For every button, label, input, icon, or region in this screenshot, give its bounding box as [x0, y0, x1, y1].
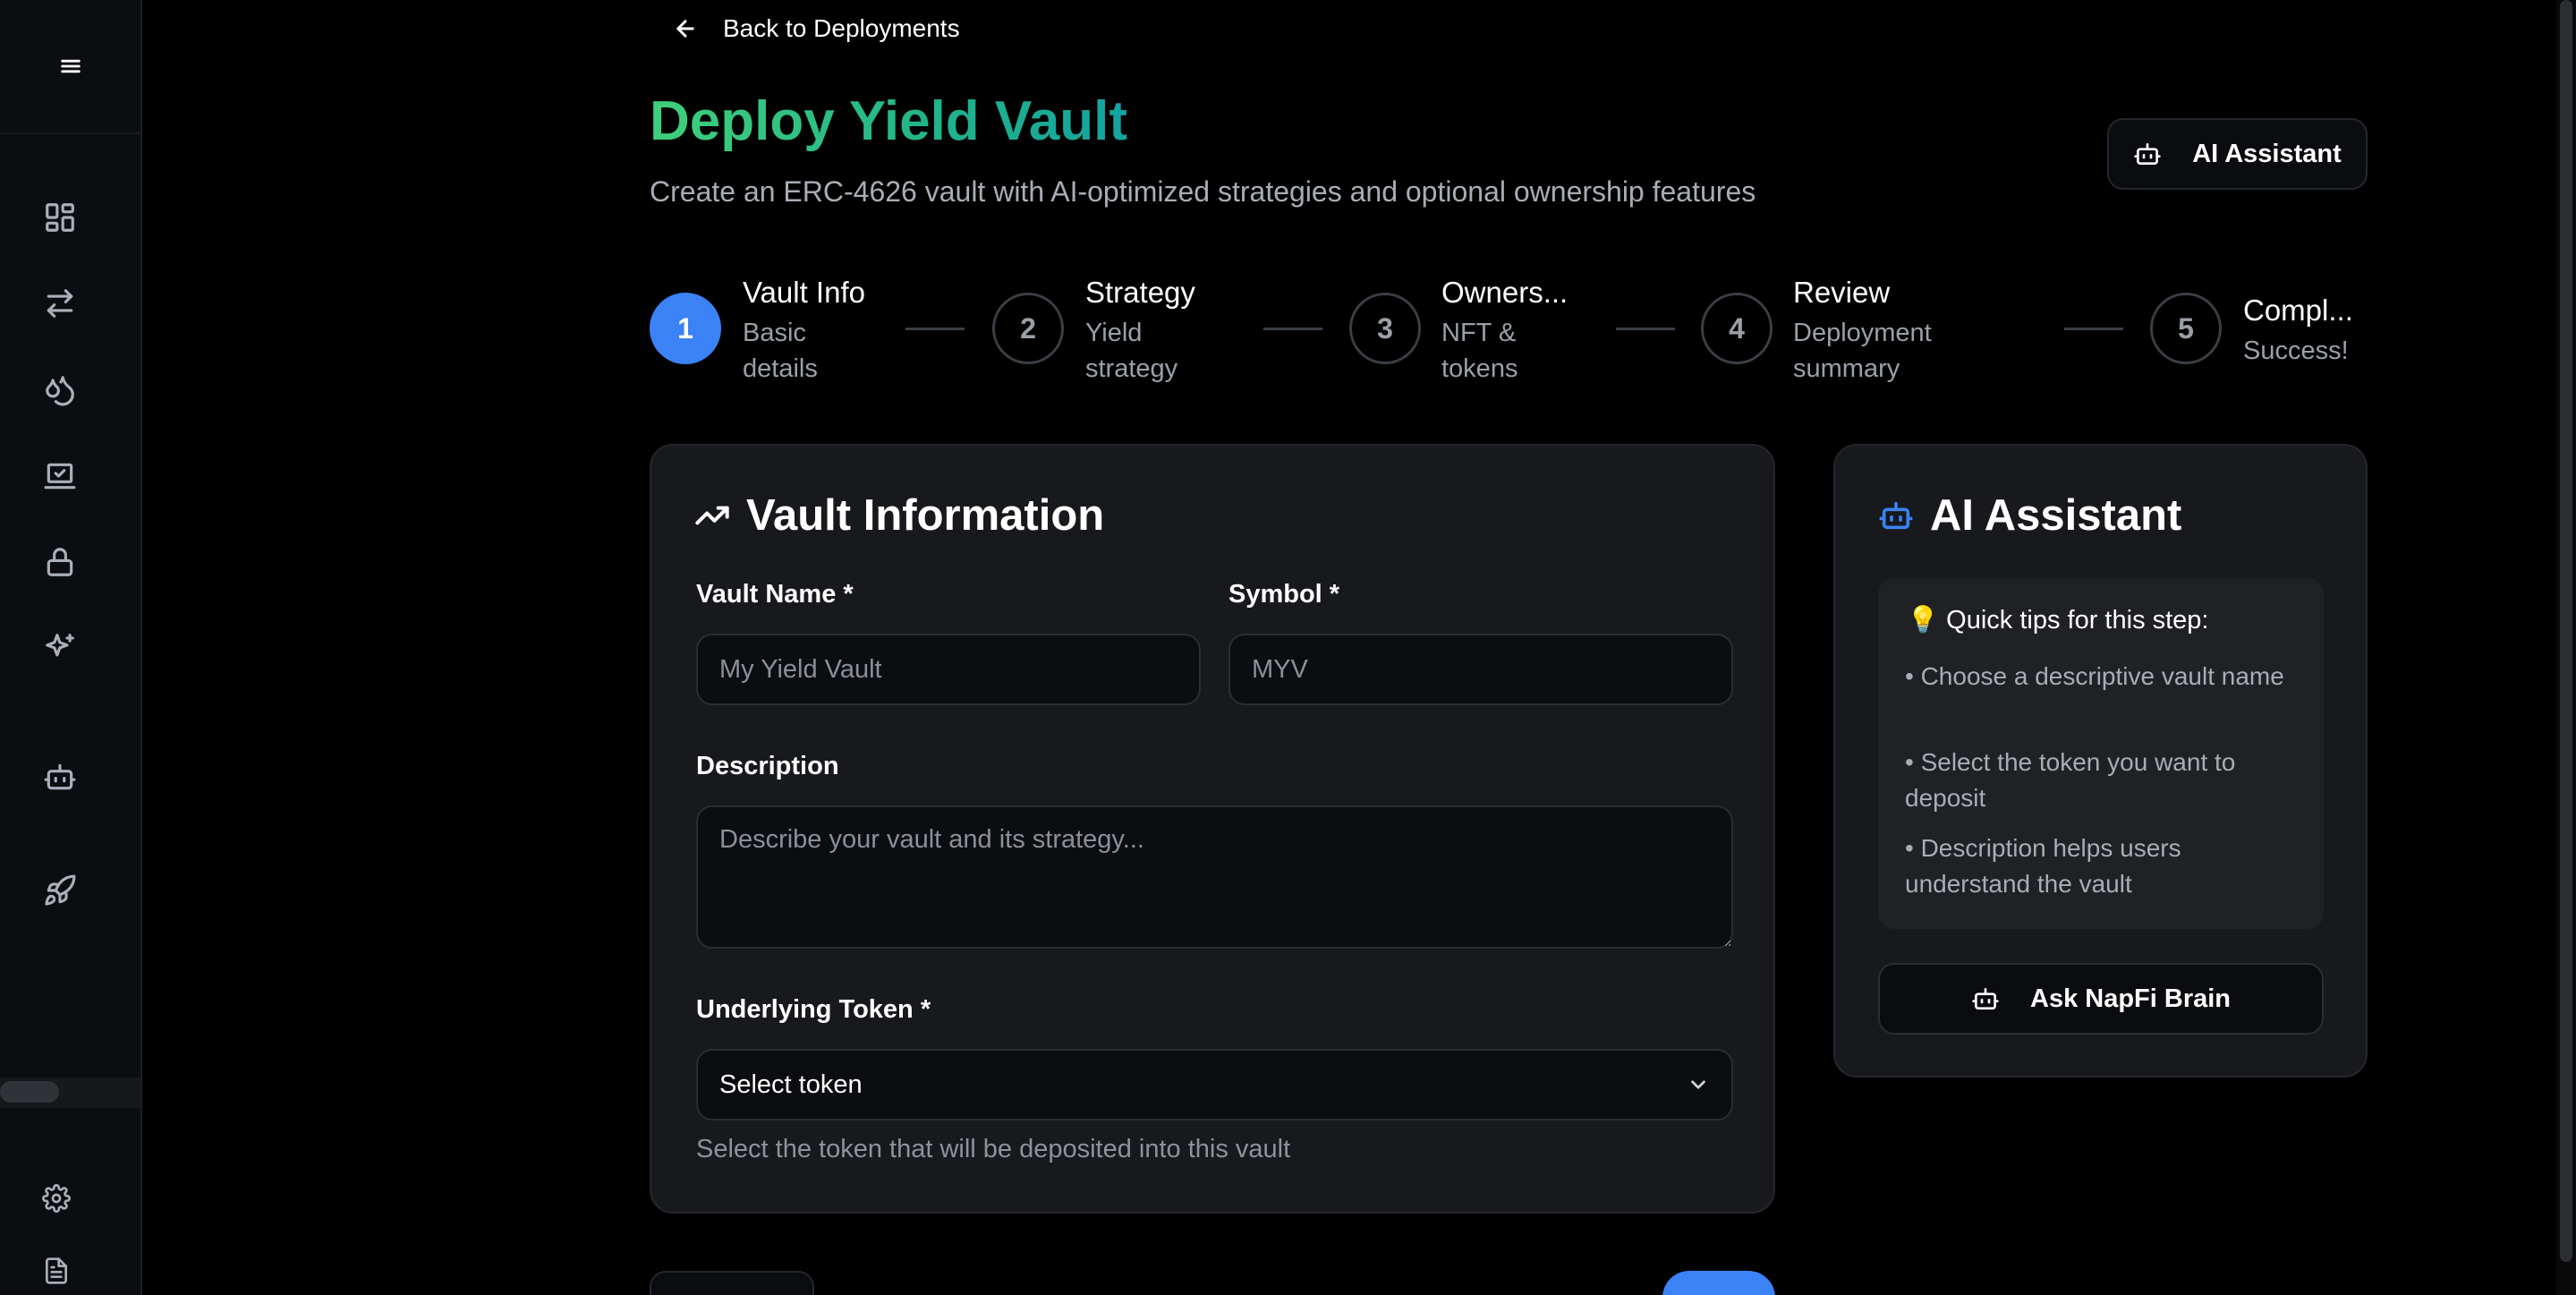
step-1-circle[interactable]: 1: [650, 293, 721, 364]
tip-item: • Description helps users understand the…: [1905, 834, 2181, 898]
sparkles-icon: [46, 634, 74, 657]
underlying-token-select[interactable]: Select token: [696, 1049, 1733, 1120]
gear-icon: [42, 1184, 71, 1213]
vault-name-label: Vault Name *: [696, 580, 854, 609]
step-3-subtitle-line1: NFT &: [1441, 319, 1517, 347]
step-4-title: Review: [1793, 276, 1891, 309]
assistant-card-header: AI Assistant: [1878, 490, 2181, 541]
step-1-subtitle-line1: Basic: [743, 319, 806, 347]
step-connector: [1263, 328, 1322, 330]
sidebar-item-tasks[interactable]: [30, 447, 89, 506]
ai-assistant-button-label: AI Assistant: [2192, 139, 2342, 168]
sidebar-item-security[interactable]: [30, 532, 89, 592]
sidebar-item-dashboard[interactable]: [30, 188, 89, 247]
sidebar-header: [0, 0, 140, 134]
description-label: Description: [696, 752, 839, 780]
page-scrollbar-thumb[interactable]: [2560, 0, 2572, 1262]
step-3-circle[interactable]: 3: [1349, 293, 1421, 364]
card-title: Vault Information: [746, 491, 1105, 540]
sidebar-scrollbar-thumb[interactable]: [0, 1081, 59, 1103]
document-icon: [46, 1257, 67, 1284]
step-2-subtitle-line2: strategy: [1085, 354, 1178, 383]
step-2-subtitle-line1: Yield: [1085, 319, 1143, 347]
underlying-token-selected-value: Select token: [719, 1069, 863, 1099]
quick-tips-box: 💡 Quick tips for this step: • Choose a d…: [1878, 578, 2324, 929]
trending-up-icon: [695, 506, 729, 525]
dashboard-icon: [46, 203, 74, 232]
step-2-circle[interactable]: 2: [992, 293, 1064, 364]
step-3-title: Owners...: [1441, 276, 1569, 309]
menu-toggle-button[interactable]: [44, 39, 98, 93]
bot-icon: [2134, 143, 2161, 165]
ai-assistant-card: AI Assistant 💡 Quick tips for this step:…: [1833, 444, 2368, 1078]
step-4-subtitle-line2: summary: [1793, 354, 1900, 383]
sidebar-item-liquidity[interactable]: [30, 361, 89, 420]
card-header: Vault Information: [694, 490, 1104, 541]
step-1-subtitle-line2: details: [743, 354, 818, 383]
previous-button[interactable]: [650, 1271, 814, 1295]
step-3-subtitle-line2: tokens: [1441, 354, 1518, 383]
bot-icon: [1972, 988, 1999, 1010]
sidebar: [0, 0, 142, 1295]
underlying-token-label: Underlying Token *: [696, 995, 931, 1024]
symbol-input[interactable]: [1228, 634, 1733, 705]
symbol-label: Symbol *: [1228, 580, 1340, 609]
rocket-icon: [45, 874, 76, 906]
step-1-title: Vault Info: [743, 276, 865, 309]
ask-napfi-brain-label: Ask NapFi Brain: [2030, 984, 2231, 1013]
next-button[interactable]: [1662, 1271, 1775, 1295]
assistant-card-title: AI Assistant: [1930, 491, 2182, 540]
step-connector: [2064, 328, 2123, 330]
description-textarea[interactable]: [696, 805, 1733, 949]
sidebar-item-deploy[interactable]: [30, 861, 89, 920]
step-5-circle[interactable]: 5: [2150, 293, 2222, 364]
transfer-arrows-icon: [47, 289, 73, 318]
app-root: Back to Deployments Deploy Yield Vault C…: [0, 0, 2576, 1295]
quick-tips-heading: 💡 Quick tips for this step:: [1907, 606, 2209, 635]
tip-item: • Select the token you want to deposit: [1905, 748, 2236, 812]
bot-icon: [1879, 501, 1913, 530]
chevron-down-icon: [1691, 1080, 1705, 1089]
arrow-left-icon: [676, 20, 694, 38]
back-link-label: Back to Deployments: [723, 14, 960, 42]
ask-napfi-brain-button[interactable]: Ask NapFi Brain: [1878, 963, 2324, 1035]
back-to-deployments-link[interactable]: Back to Deployments: [673, 11, 960, 47]
step-connector: [905, 328, 965, 330]
step-5-title: Compl...: [2243, 294, 2353, 327]
sidebar-scrollbar[interactable]: [0, 1078, 140, 1106]
sidebar-item-docs[interactable]: [27, 1241, 86, 1295]
vault-name-input[interactable]: [696, 634, 1201, 705]
lock-icon: [47, 548, 73, 576]
liquidity-drops-icon: [46, 376, 74, 406]
page-title: Deploy Yield Vault: [650, 90, 1128, 152]
step-connector: [1616, 328, 1675, 330]
step-2-title: Strategy: [1085, 276, 1195, 309]
sidebar-item-bot[interactable]: [30, 747, 89, 806]
step-4-subtitle-line1: Deployment: [1793, 319, 1932, 347]
ai-assistant-button[interactable]: AI Assistant: [2107, 118, 2368, 190]
sidebar-item-ai[interactable]: [30, 618, 89, 677]
vault-information-card: Vault Information Vault Name * Symbol * …: [650, 444, 1775, 1214]
sidebar-item-settings[interactable]: [27, 1169, 86, 1228]
laptop-check-icon: [44, 463, 76, 490]
page-subtitle: Create an ERC-4626 vault with AI-optimiz…: [650, 175, 1756, 208]
bot-icon: [44, 763, 76, 790]
step-5-subtitle: Success!: [2243, 337, 2349, 365]
tip-item: • Choose a descriptive vault name: [1905, 662, 2284, 690]
hamburger-menu-icon: [60, 59, 81, 73]
step-4-circle[interactable]: 4: [1701, 293, 1773, 364]
sidebar-footer: [0, 1106, 140, 1295]
page-scrollbar[interactable]: [2556, 0, 2576, 1295]
sidebar-item-transfers[interactable]: [30, 274, 89, 333]
underlying-token-help: Select the token that will be deposited …: [696, 1135, 1291, 1163]
